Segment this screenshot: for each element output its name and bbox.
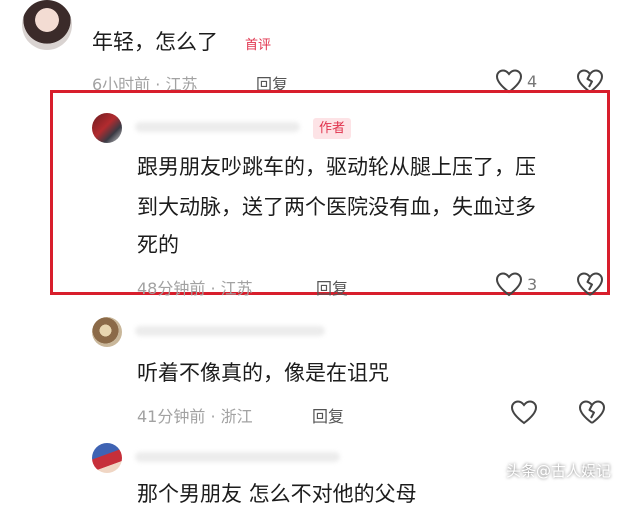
first-comment-badge: 首评: [245, 38, 272, 53]
reply-button[interactable]: 回复: [316, 275, 348, 299]
heart-icon[interactable]: [510, 399, 538, 425]
broken-heart-icon[interactable]: [578, 399, 606, 425]
comment-text-line: 跟男朋友吵跳车的，驱动轮从腿上压了，压: [137, 155, 536, 179]
avatar[interactable]: [92, 443, 122, 473]
comment-text: 听着不像真的，像是在诅咒: [137, 361, 389, 385]
blurred-username: [135, 452, 340, 462]
heart-icon[interactable]: [495, 271, 523, 297]
author-badge: 作者: [313, 118, 352, 139]
comment-text: 年轻，怎么了: [92, 30, 218, 54]
like-count: 3: [527, 275, 538, 294]
blurred-username: [135, 122, 300, 132]
comment-text-line: 死的: [137, 233, 179, 257]
reply-button[interactable]: 回复: [312, 403, 344, 427]
comment-meta: 41分钟前 · 浙江: [137, 407, 253, 426]
watermark: 头条@古人娱记: [506, 462, 612, 480]
avatar[interactable]: [22, 0, 72, 50]
avatar[interactable]: [92, 113, 122, 143]
broken-heart-icon[interactable]: [576, 271, 604, 297]
avatar[interactable]: [92, 317, 122, 347]
blurred-username: [135, 326, 325, 336]
comment-meta: 48分钟前 · 江苏: [137, 279, 253, 298]
like-count: 4: [527, 72, 538, 91]
comment-text: 那个男朋友 怎么不对他的父母: [137, 482, 417, 506]
comment-text-line: 到大动脉，送了两个医院没有血，失血过多: [137, 195, 536, 219]
